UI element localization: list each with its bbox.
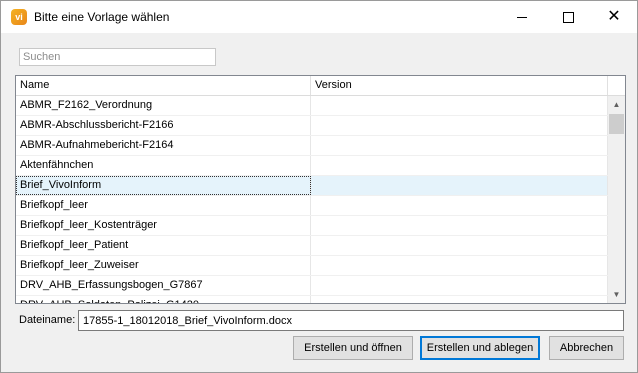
- table-row[interactable]: DRV_AHB_Erfassungsbogen_G7867: [16, 276, 608, 296]
- row-name-cell: ABMR-Abschlussbericht-F2166: [16, 116, 311, 135]
- cancel-button[interactable]: Abbrechen: [549, 336, 624, 360]
- row-name-cell: Aktenfähnchen: [16, 156, 311, 175]
- window-title: Bitte eine Vorlage wählen: [34, 10, 170, 24]
- table-row[interactable]: ABMR-Aufnahmebericht-F2164: [16, 136, 608, 156]
- vertical-scrollbar[interactable]: ▲ ▼: [608, 96, 625, 303]
- row-version-cell: [311, 276, 608, 295]
- row-version-cell: [311, 96, 608, 115]
- scrollbar-thumb[interactable]: [609, 114, 624, 134]
- dialog-window: vi Bitte eine Vorlage wählen ✕ Name Vers…: [0, 0, 638, 373]
- app-icon: vi: [11, 9, 27, 25]
- row-name-cell: Briefkopf_leer_Zuweiser: [16, 256, 311, 275]
- table-row[interactable]: ABMR-Abschlussbericht-F2166: [16, 116, 608, 136]
- scroll-down-icon[interactable]: ▼: [608, 286, 625, 303]
- table-row[interactable]: Aktenfähnchen: [16, 156, 608, 176]
- list-rows: ABMR_F2162_Verordnung ABMR-Abschlussberic…: [16, 96, 608, 303]
- row-version-cell: [311, 176, 608, 195]
- maximize-button[interactable]: [545, 1, 591, 33]
- row-name-cell: Briefkopf_leer_Kostenträger: [16, 216, 311, 235]
- row-version-cell: [311, 136, 608, 155]
- row-name-cell: DRV_AHB_Erfassungsbogen_G7867: [16, 276, 311, 295]
- row-version-cell: [311, 156, 608, 175]
- row-version-cell: [311, 116, 608, 135]
- column-header-name[interactable]: Name: [16, 76, 311, 95]
- maximize-icon: [562, 11, 574, 23]
- table-row[interactable]: Brief_VivoInform: [16, 176, 608, 196]
- list-header: Name Version: [16, 76, 625, 96]
- table-row[interactable]: DRV_AHB_Soldaten_Polizei_G1420: [16, 296, 608, 303]
- filename-field[interactable]: [78, 310, 624, 331]
- create-and-open-button[interactable]: Erstellen und öffnen: [293, 336, 413, 360]
- template-list[interactable]: Name Version ABMR_F2162_Verordnung ABMR-A…: [15, 75, 626, 304]
- column-header-version[interactable]: Version: [311, 76, 608, 95]
- row-version-cell: [311, 256, 608, 275]
- row-name-cell: ABMR_F2162_Verordnung: [16, 96, 311, 115]
- row-version-cell: [311, 236, 608, 255]
- minimize-button[interactable]: [499, 1, 545, 33]
- scroll-up-icon[interactable]: ▲: [608, 96, 625, 113]
- row-name-cell: ABMR-Aufnahmebericht-F2164: [16, 136, 311, 155]
- filename-label: Dateiname:: [19, 314, 76, 326]
- table-row[interactable]: Briefkopf_leer_Zuweiser: [16, 256, 608, 276]
- row-version-cell: [311, 196, 608, 215]
- table-row[interactable]: Briefkopf_leer: [16, 196, 608, 216]
- create-and-store-button[interactable]: Erstellen und ablegen: [420, 336, 540, 360]
- row-name-cell: Brief_VivoInform: [16, 176, 311, 195]
- table-row[interactable]: Briefkopf_leer_Kostenträger: [16, 216, 608, 236]
- row-name-cell: Briefkopf_leer: [16, 196, 311, 215]
- close-button[interactable]: ✕: [591, 1, 637, 33]
- row-version-cell: [311, 296, 608, 303]
- row-name-cell: DRV_AHB_Soldaten_Polizei_G1420: [16, 296, 311, 303]
- row-name-cell: Briefkopf_leer_Patient: [16, 236, 311, 255]
- minimize-icon: [517, 16, 527, 18]
- row-version-cell: [311, 216, 608, 235]
- search-input[interactable]: [19, 48, 216, 66]
- close-icon: ✕: [607, 8, 621, 25]
- title-bar[interactable]: vi Bitte eine Vorlage wählen ✕: [1, 1, 637, 33]
- table-row[interactable]: Briefkopf_leer_Patient: [16, 236, 608, 256]
- table-row[interactable]: ABMR_F2162_Verordnung: [16, 96, 608, 116]
